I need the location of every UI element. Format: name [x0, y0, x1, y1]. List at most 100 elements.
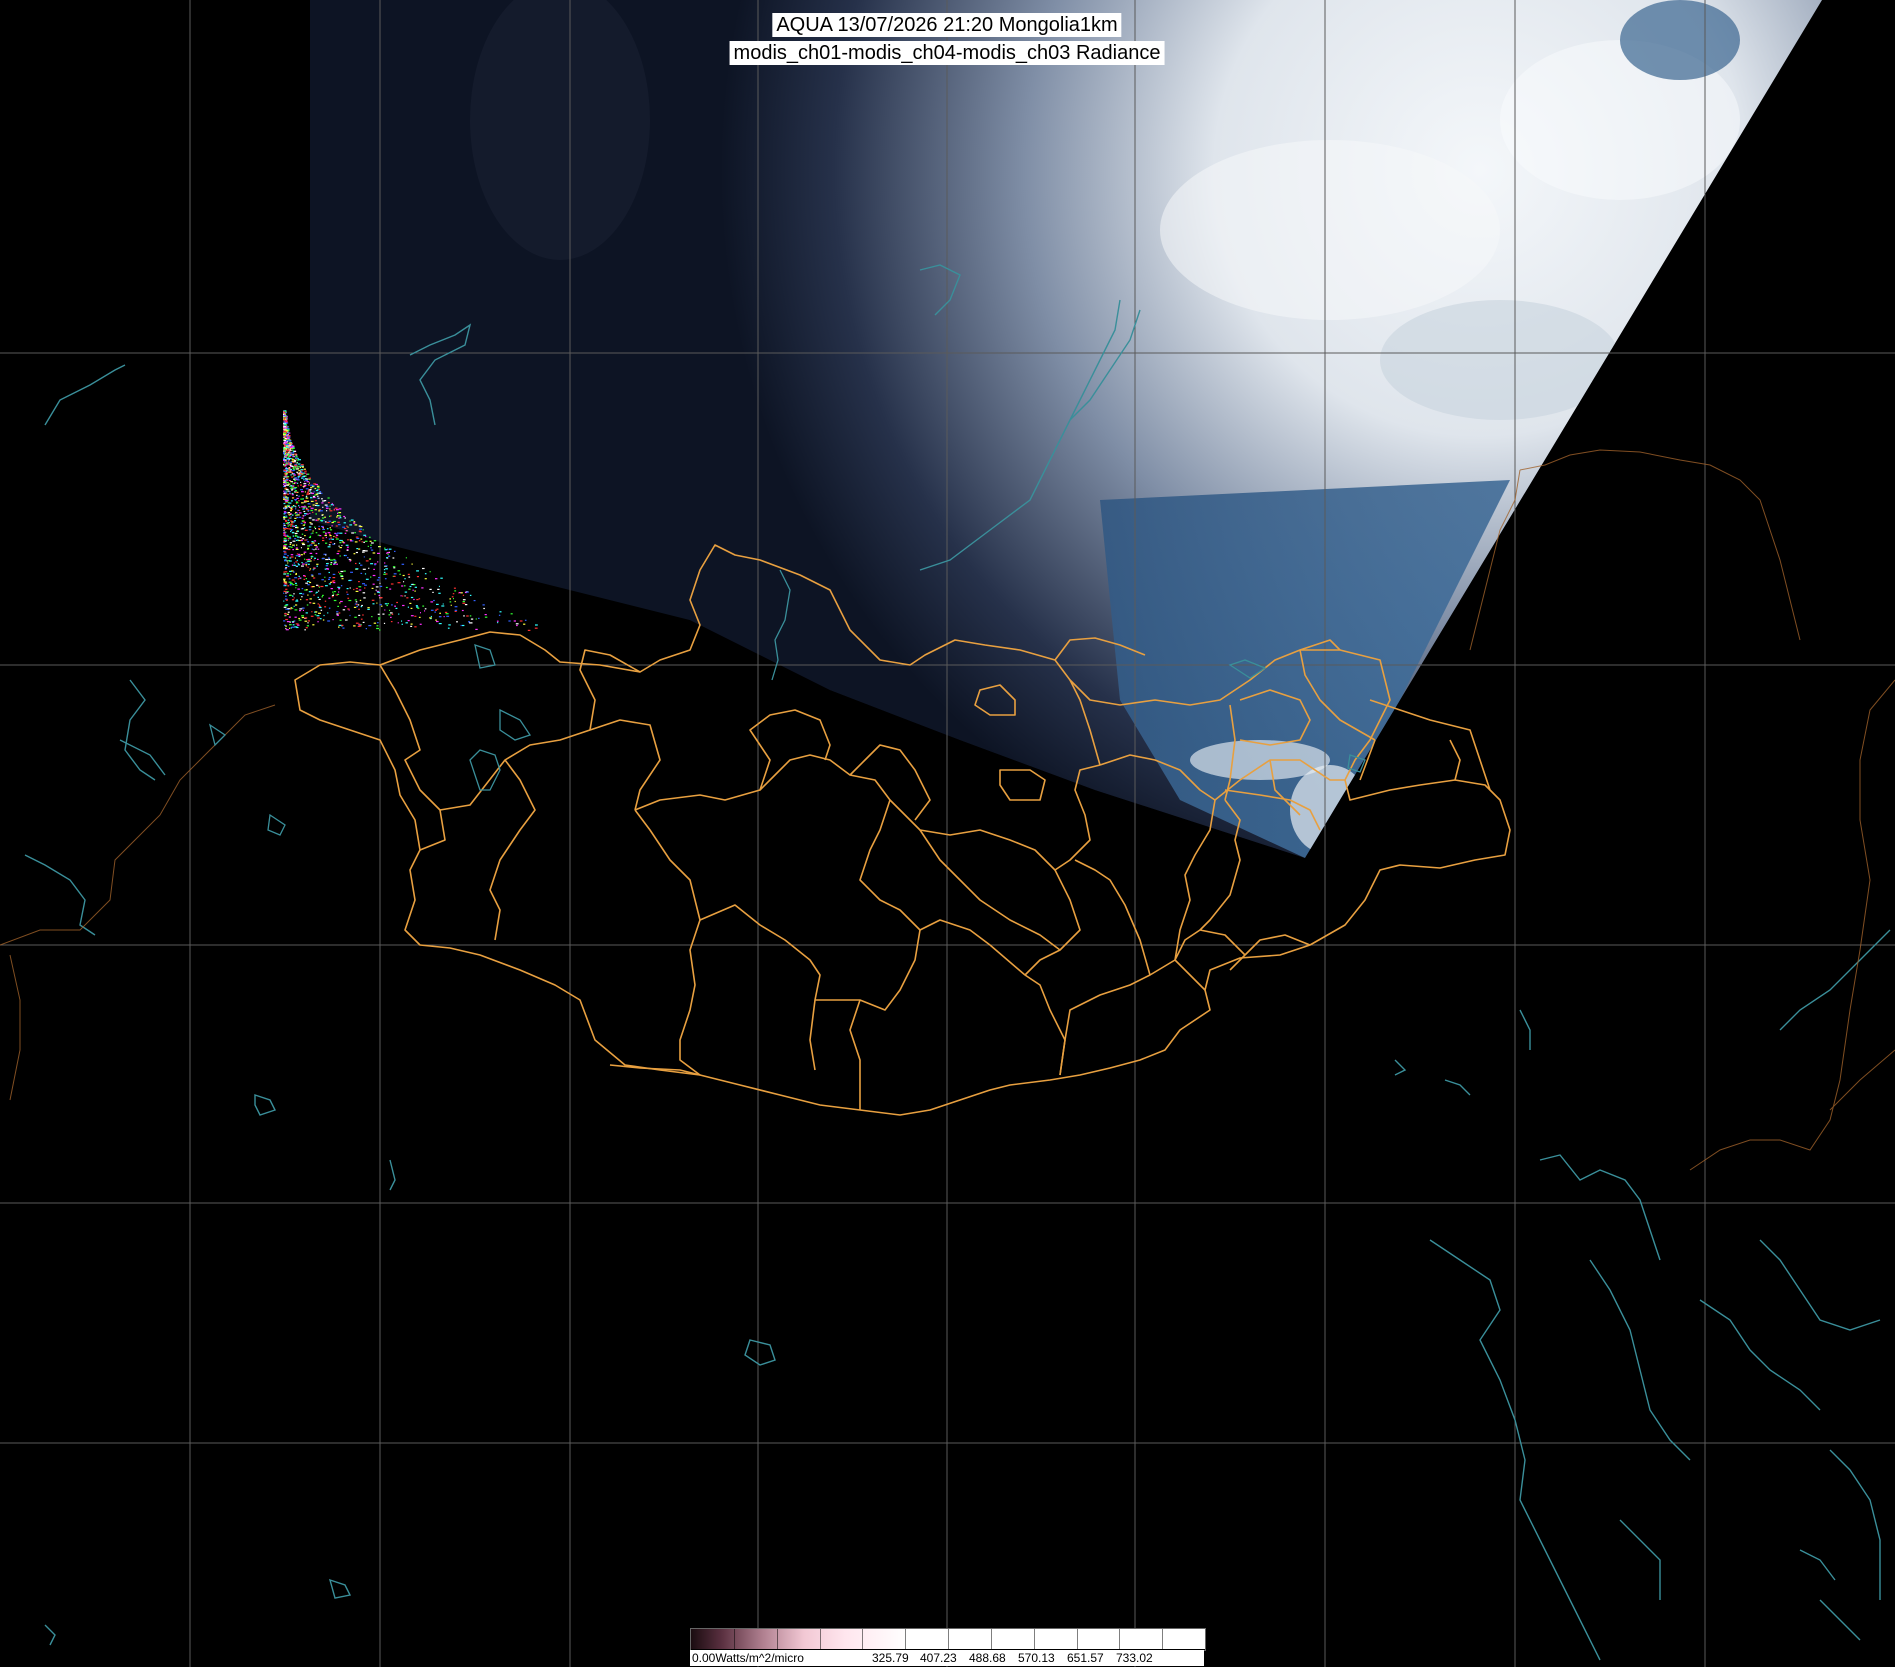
noise-pixel: [361, 541, 363, 543]
noise-pixel: [291, 476, 294, 478]
noise-pixel: [358, 581, 360, 583]
noise-pixel: [305, 612, 308, 614]
noise-pixel: [317, 548, 320, 550]
noise-pixel: [286, 428, 290, 430]
colorbar-label: 0.00Watts/m^2/micro: [692, 1651, 804, 1665]
noise-pixel: [321, 502, 324, 504]
noise-pixel: [285, 515, 288, 517]
noise-pixel: [424, 578, 427, 580]
noise-pixel: [349, 587, 351, 589]
noise-pixel: [319, 491, 322, 493]
noise-pixel: [396, 601, 398, 604]
noise-pixel: [283, 412, 286, 414]
noise-pixel: [327, 612, 329, 614]
noise-pixel: [328, 558, 331, 560]
noise-pixel: [318, 528, 320, 530]
noise-pixel: [304, 472, 307, 474]
noise-pixel: [297, 578, 300, 580]
noise-pixel: [289, 570, 292, 572]
noise-pixel: [297, 457, 299, 460]
noise-pixel: [363, 556, 365, 558]
noise-pixel: [309, 581, 312, 584]
noise-pixel: [372, 603, 375, 605]
noise-pixel: [390, 621, 393, 623]
noise-pixel: [287, 611, 290, 613]
noise-pixel: [375, 589, 377, 591]
noise-pixel: [325, 532, 327, 534]
noise-pixel: [286, 471, 290, 474]
noise-pixel: [286, 556, 288, 558]
noise-pixel: [340, 575, 344, 577]
noise-pixel: [357, 604, 360, 606]
noise-pixel: [293, 488, 297, 490]
noise-pixel: [438, 592, 441, 594]
noise-pixel: [414, 626, 417, 628]
noise-pixel: [289, 510, 292, 512]
noise-pixel: [304, 575, 306, 577]
noise-pixel: [317, 487, 320, 489]
noise-pixel: [344, 605, 347, 608]
noise-pixel: [354, 532, 356, 534]
noise-pixel: [430, 601, 434, 603]
noise-pixel: [298, 512, 302, 514]
noise-pixel: [383, 569, 386, 571]
noise-pixel: [406, 597, 409, 599]
noise-pixel: [404, 591, 408, 593]
noise-pixel: [302, 508, 305, 510]
noise-pixel: [316, 615, 320, 617]
noise-pixel: [322, 619, 325, 621]
noise-pixel: [292, 505, 294, 507]
noise-pixel: [283, 502, 286, 505]
noise-pixel: [470, 622, 473, 624]
noise-pixel: [286, 599, 288, 601]
noise-pixel: [307, 503, 311, 505]
noise-pixel: [285, 454, 288, 456]
noise-pixel: [311, 492, 314, 494]
noise-pixel: [305, 488, 309, 490]
noise-pixel: [289, 469, 291, 471]
noise-pixel: [290, 487, 293, 489]
noise-pixel: [284, 461, 287, 463]
noise-pixel: [297, 530, 299, 532]
noise-pixel: [298, 553, 301, 555]
noise-pixel: [283, 436, 285, 438]
noise-pixel: [333, 599, 337, 602]
noise-pixel: [443, 616, 445, 618]
noise-pixel: [288, 539, 289, 541]
noise-pixel: [295, 503, 298, 505]
noise-pixel: [294, 477, 298, 479]
noise-pixel: [283, 547, 286, 550]
noise-pixel: [338, 612, 341, 614]
noise-pixel: [292, 454, 295, 456]
noise-pixel: [296, 479, 298, 481]
noise-pixel: [468, 621, 470, 623]
noise-pixel: [331, 521, 334, 524]
noise-pixel: [310, 500, 314, 502]
noise-pixel: [330, 515, 332, 517]
noise-pixel: [307, 473, 310, 475]
noise-pixel: [300, 481, 302, 483]
noise-pixel: [290, 463, 292, 465]
noise-pixel: [328, 578, 330, 580]
noise-pixel: [298, 617, 301, 620]
noise-pixel: [310, 509, 313, 512]
noise-pixel: [298, 470, 301, 472]
noise-pixel: [285, 480, 288, 482]
noise-pixel: [310, 574, 314, 576]
noise-pixel: [449, 601, 452, 603]
noise-pixel: [381, 605, 383, 607]
noise-pixel: [284, 410, 287, 412]
noise-pixel: [523, 623, 526, 625]
noise-pixel: [342, 609, 346, 611]
noise-pixel: [484, 616, 488, 618]
noise-pixel: [291, 445, 294, 447]
noise-pixel: [378, 618, 380, 621]
noise-pixel: [410, 607, 413, 609]
noise-pixel: [304, 513, 307, 515]
noise-pixel: [355, 551, 358, 554]
noise-pixel: [287, 562, 289, 564]
noise-pixel: [371, 616, 373, 618]
noise-pixel: [307, 622, 309, 624]
noise-pixel: [319, 606, 322, 609]
noise-pixel: [463, 615, 465, 617]
